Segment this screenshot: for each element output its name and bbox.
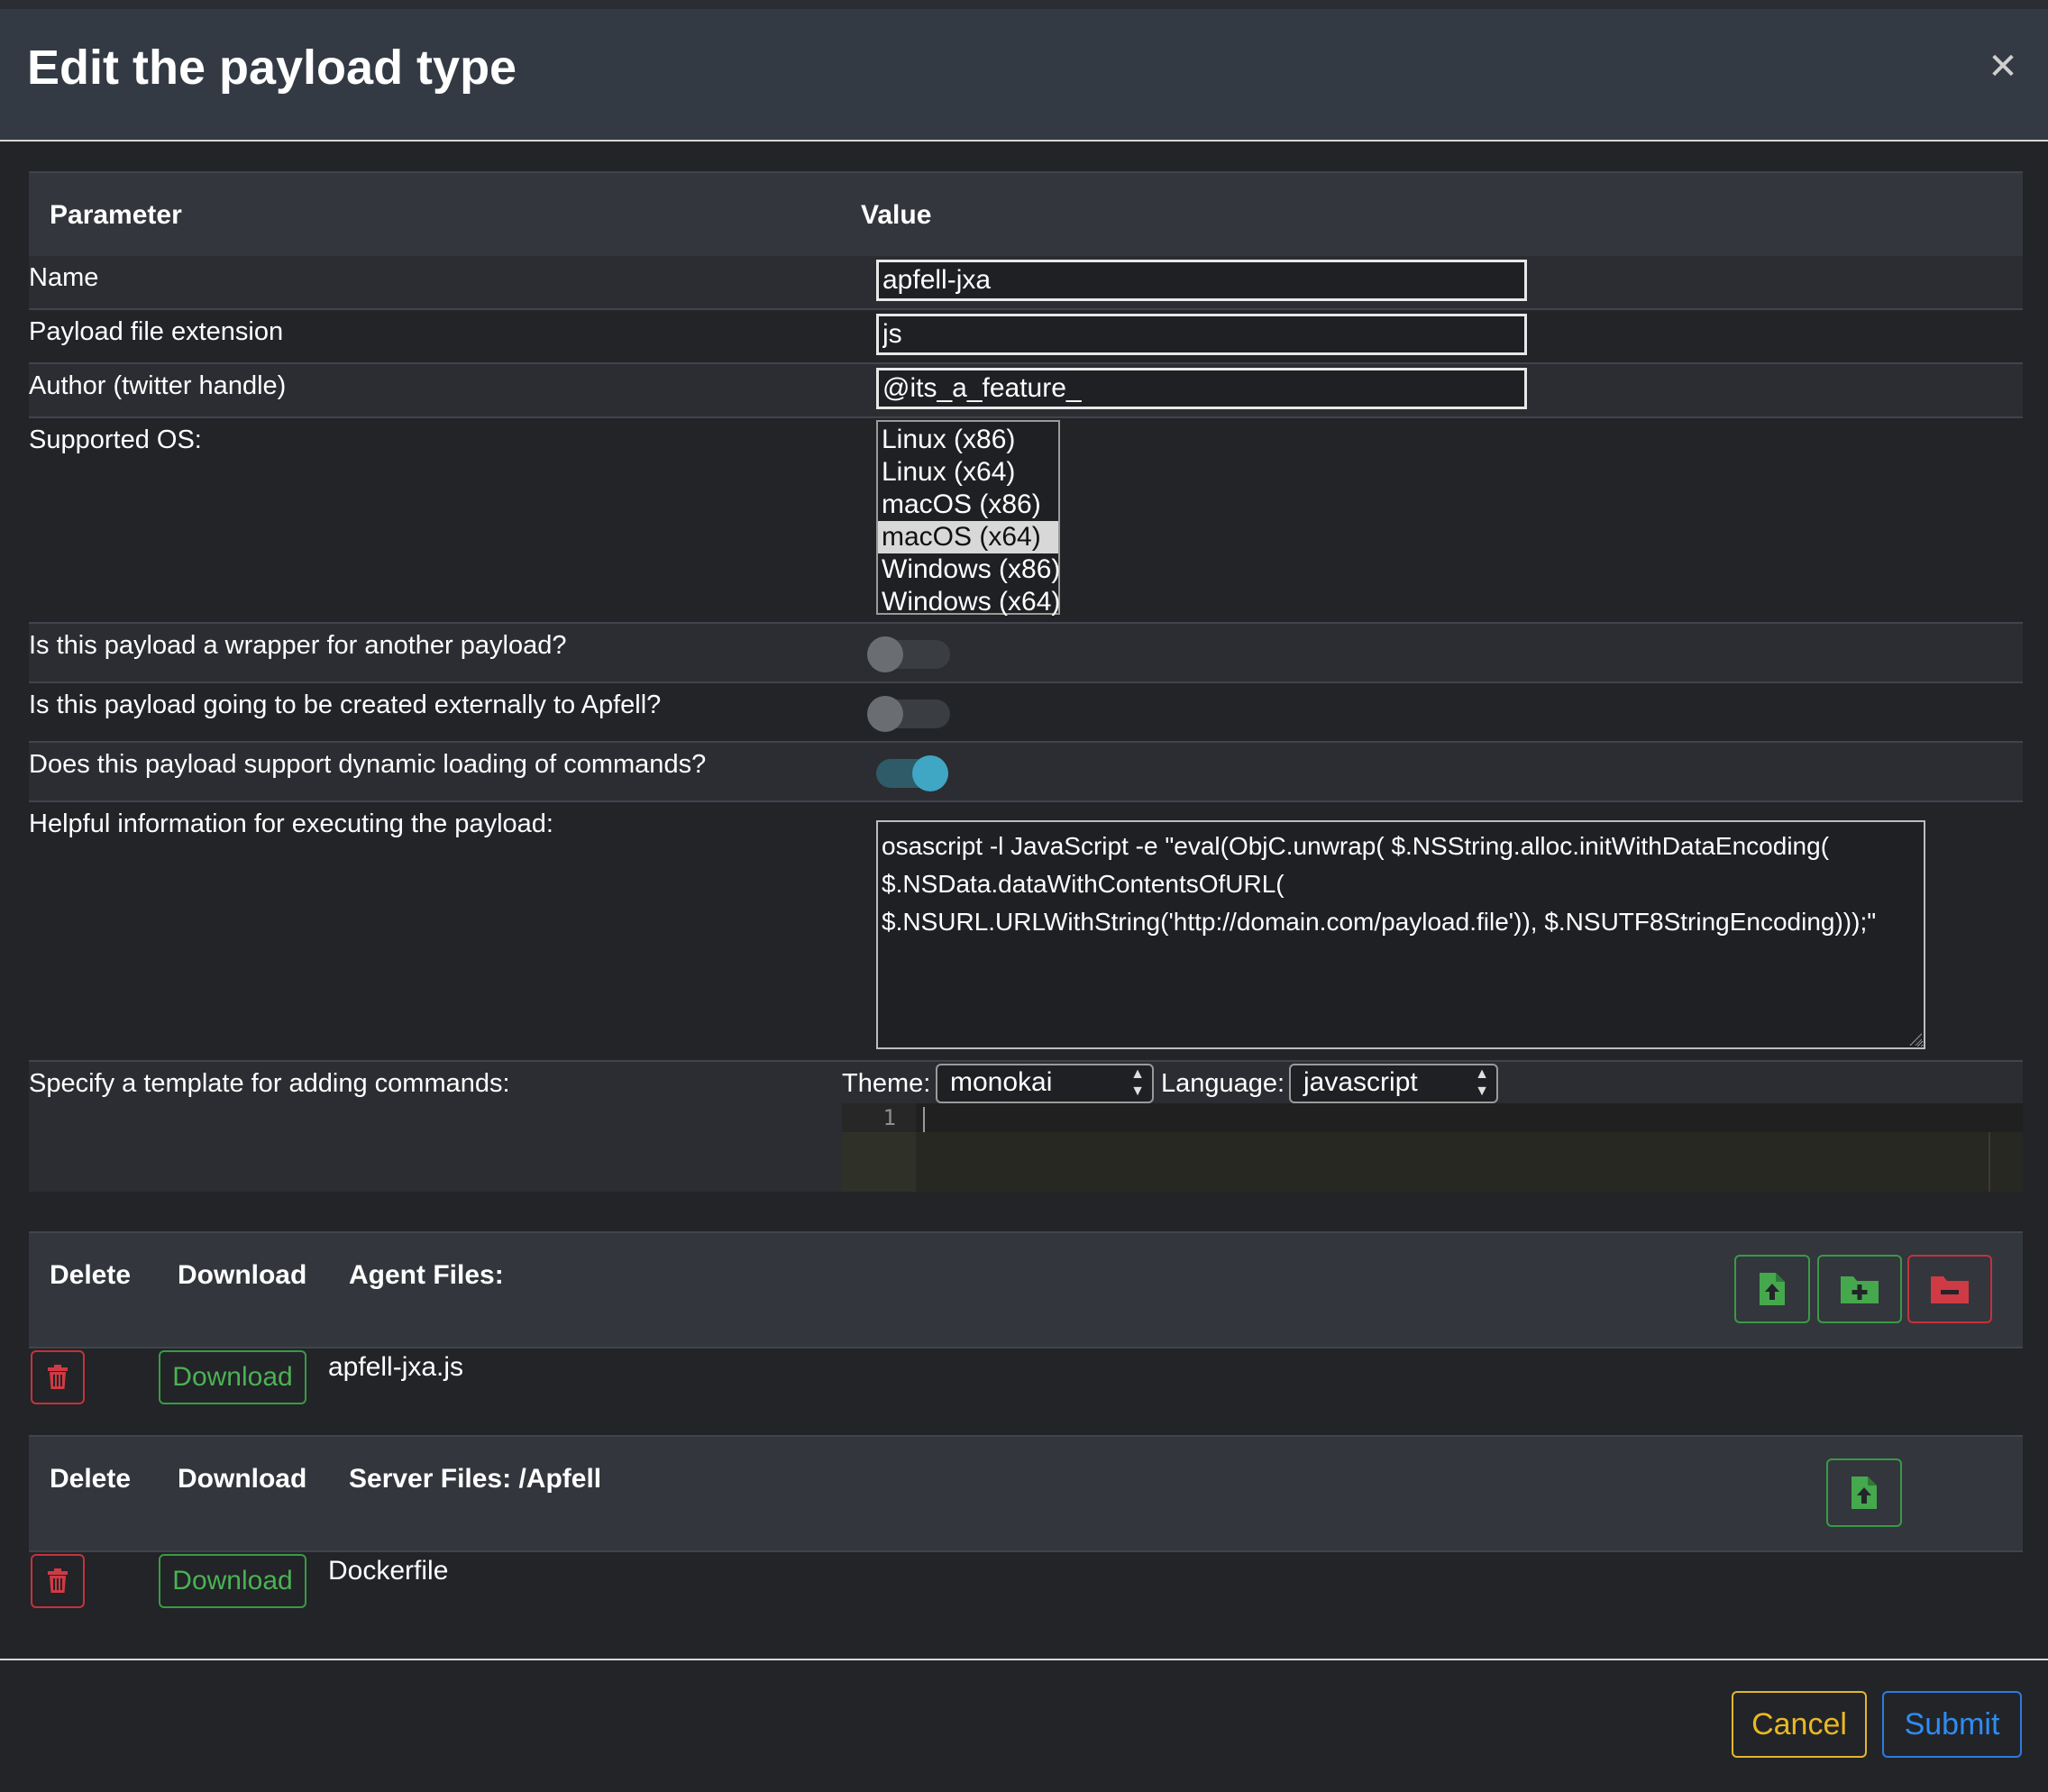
- editor-cursor: [923, 1107, 925, 1132]
- toggle-knob: [867, 636, 903, 672]
- agent-files-header: Delete Download Agent Files:: [29, 1231, 2023, 1349]
- os-option[interactable]: macOS (x86): [878, 489, 1058, 521]
- agent-col-delete: Delete: [50, 1260, 132, 1290]
- name-label: Name: [29, 263, 99, 292]
- language-label: Language:: [1161, 1069, 1285, 1098]
- os-label: Supported OS:: [29, 425, 202, 454]
- remove-agent-folder-button[interactable]: [1907, 1255, 1992, 1323]
- editor-active-line: [842, 1103, 2023, 1132]
- row-wrapper: Is this payload a wrapper for another pa…: [29, 624, 2023, 683]
- modal-header: Edit the payload type ✕: [0, 9, 2048, 142]
- close-button[interactable]: ✕: [1985, 49, 2021, 85]
- row-external: Is this payload going to be created exte…: [29, 683, 2023, 743]
- agent-col-download: Download: [178, 1260, 307, 1290]
- row-supported-os: Supported OS: Linux (x86) Linux (x64) macO…: [29, 418, 2023, 624]
- os-option[interactable]: Windows (x64): [878, 586, 1060, 618]
- template-label: Specify a template for adding commands:: [29, 1069, 510, 1098]
- code-editor[interactable]: 1: [842, 1103, 2023, 1192]
- row-dynamic-loading: Does this payload support dynamic loadin…: [29, 743, 2023, 802]
- header-parameter: Parameter: [50, 200, 182, 230]
- dynamic-loading-toggle[interactable]: [876, 755, 948, 791]
- server-col-download: Download: [178, 1464, 307, 1494]
- upload-agent-file-button[interactable]: [1734, 1255, 1810, 1323]
- row-extension: Payload file extension: [29, 310, 2023, 364]
- file-upload-icon: [1851, 1477, 1877, 1509]
- add-agent-folder-button[interactable]: [1817, 1255, 1902, 1323]
- server-file-name: Dockerfile: [328, 1556, 449, 1586]
- edit-payload-type-modal: Edit the payload type ✕ Parameter Value …: [0, 9, 2048, 1792]
- toggle-knob: [867, 696, 903, 732]
- modal-footer: Cancel Submit: [0, 1659, 2048, 1792]
- supported-os-listbox[interactable]: Linux (x86) Linux (x64) macOS (x86) macOS (…: [876, 420, 1060, 618]
- external-label: Is this payload going to be created exte…: [29, 690, 662, 719]
- wrapper-label: Is this payload a wrapper for another pa…: [29, 631, 567, 660]
- upload-server-file-button[interactable]: [1826, 1458, 1902, 1527]
- file-upload-icon: [1760, 1273, 1785, 1305]
- theme-select[interactable]: monokai ▲ ▼: [936, 1064, 1154, 1103]
- author-label: Author (twitter handle): [29, 371, 287, 400]
- server-col-delete: Delete: [50, 1464, 132, 1494]
- os-option[interactable]: Linux (x64): [878, 456, 1058, 489]
- trash-icon: [48, 1568, 68, 1593]
- row-author: Author (twitter handle): [29, 364, 2023, 418]
- folder-plus-icon: [1841, 1276, 1879, 1303]
- helpful-info-text: osascript -l JavaScript -e "eval(ObjC.un…: [882, 832, 1877, 936]
- folder-minus-icon: [1931, 1276, 1969, 1303]
- agent-files-title: Agent Files:: [349, 1260, 504, 1290]
- cancel-button[interactable]: Cancel: [1732, 1691, 1867, 1758]
- server-files-title: Server Files: /Apfell: [349, 1464, 602, 1494]
- select-arrows-icon: ▲ ▼: [1130, 1066, 1145, 1099]
- agent-file-name: apfell-jxa.js: [328, 1352, 464, 1382]
- download-server-file-button[interactable]: Download: [159, 1554, 306, 1608]
- author-input[interactable]: [876, 368, 1527, 409]
- agent-file-row: Download apfell-jxa.js: [29, 1347, 2023, 1419]
- os-option[interactable]: Linux (x86): [878, 424, 1058, 456]
- language-select-value: javascript: [1303, 1067, 1418, 1097]
- info-label: Helpful information for executing the pa…: [29, 809, 553, 838]
- row-command-template: Specify a template for adding commands: …: [29, 1062, 2023, 1192]
- resize-handle[interactable]: [1909, 1033, 1922, 1046]
- name-input[interactable]: [876, 260, 1527, 301]
- server-files-header: Delete Download Server Files: /Apfell: [29, 1435, 2023, 1552]
- header-value: Value: [861, 200, 932, 230]
- submit-button[interactable]: Submit: [1882, 1691, 2022, 1758]
- editor-line-number: 1: [882, 1105, 896, 1130]
- row-helpful-info: Helpful information for executing the pa…: [29, 802, 2023, 1062]
- theme-select-value: monokai: [950, 1067, 1053, 1097]
- editor-print-margin: [1989, 1132, 1990, 1192]
- dynamic-label: Does this payload support dynamic loadin…: [29, 750, 707, 779]
- table-header: Parameter Value: [29, 171, 2023, 258]
- download-agent-file-button[interactable]: Download: [159, 1350, 306, 1404]
- delete-agent-file-button[interactable]: [31, 1350, 85, 1404]
- os-option[interactable]: Windows (x86): [878, 553, 1060, 586]
- theme-label: Theme:: [842, 1069, 931, 1098]
- server-file-row: Download Dockerfile: [29, 1550, 2023, 1623]
- toggle-knob: [912, 755, 948, 791]
- wrapper-toggle[interactable]: [867, 636, 950, 672]
- close-icon: ✕: [1988, 47, 2018, 87]
- external-toggle[interactable]: [867, 696, 950, 732]
- row-name: Name: [29, 256, 2023, 310]
- os-option[interactable]: macOS (x64): [878, 521, 1058, 553]
- modal-title: Edit the payload type: [27, 41, 517, 95]
- extension-label: Payload file extension: [29, 317, 284, 346]
- language-select[interactable]: javascript ▲ ▼: [1289, 1064, 1498, 1103]
- trash-icon: [48, 1365, 68, 1389]
- helpful-info-textarea[interactable]: osascript -l JavaScript -e "eval(ObjC.un…: [876, 820, 1925, 1049]
- extension-input[interactable]: [876, 314, 1527, 355]
- select-arrows-icon: ▲ ▼: [1475, 1066, 1489, 1099]
- delete-server-file-button[interactable]: [31, 1554, 85, 1608]
